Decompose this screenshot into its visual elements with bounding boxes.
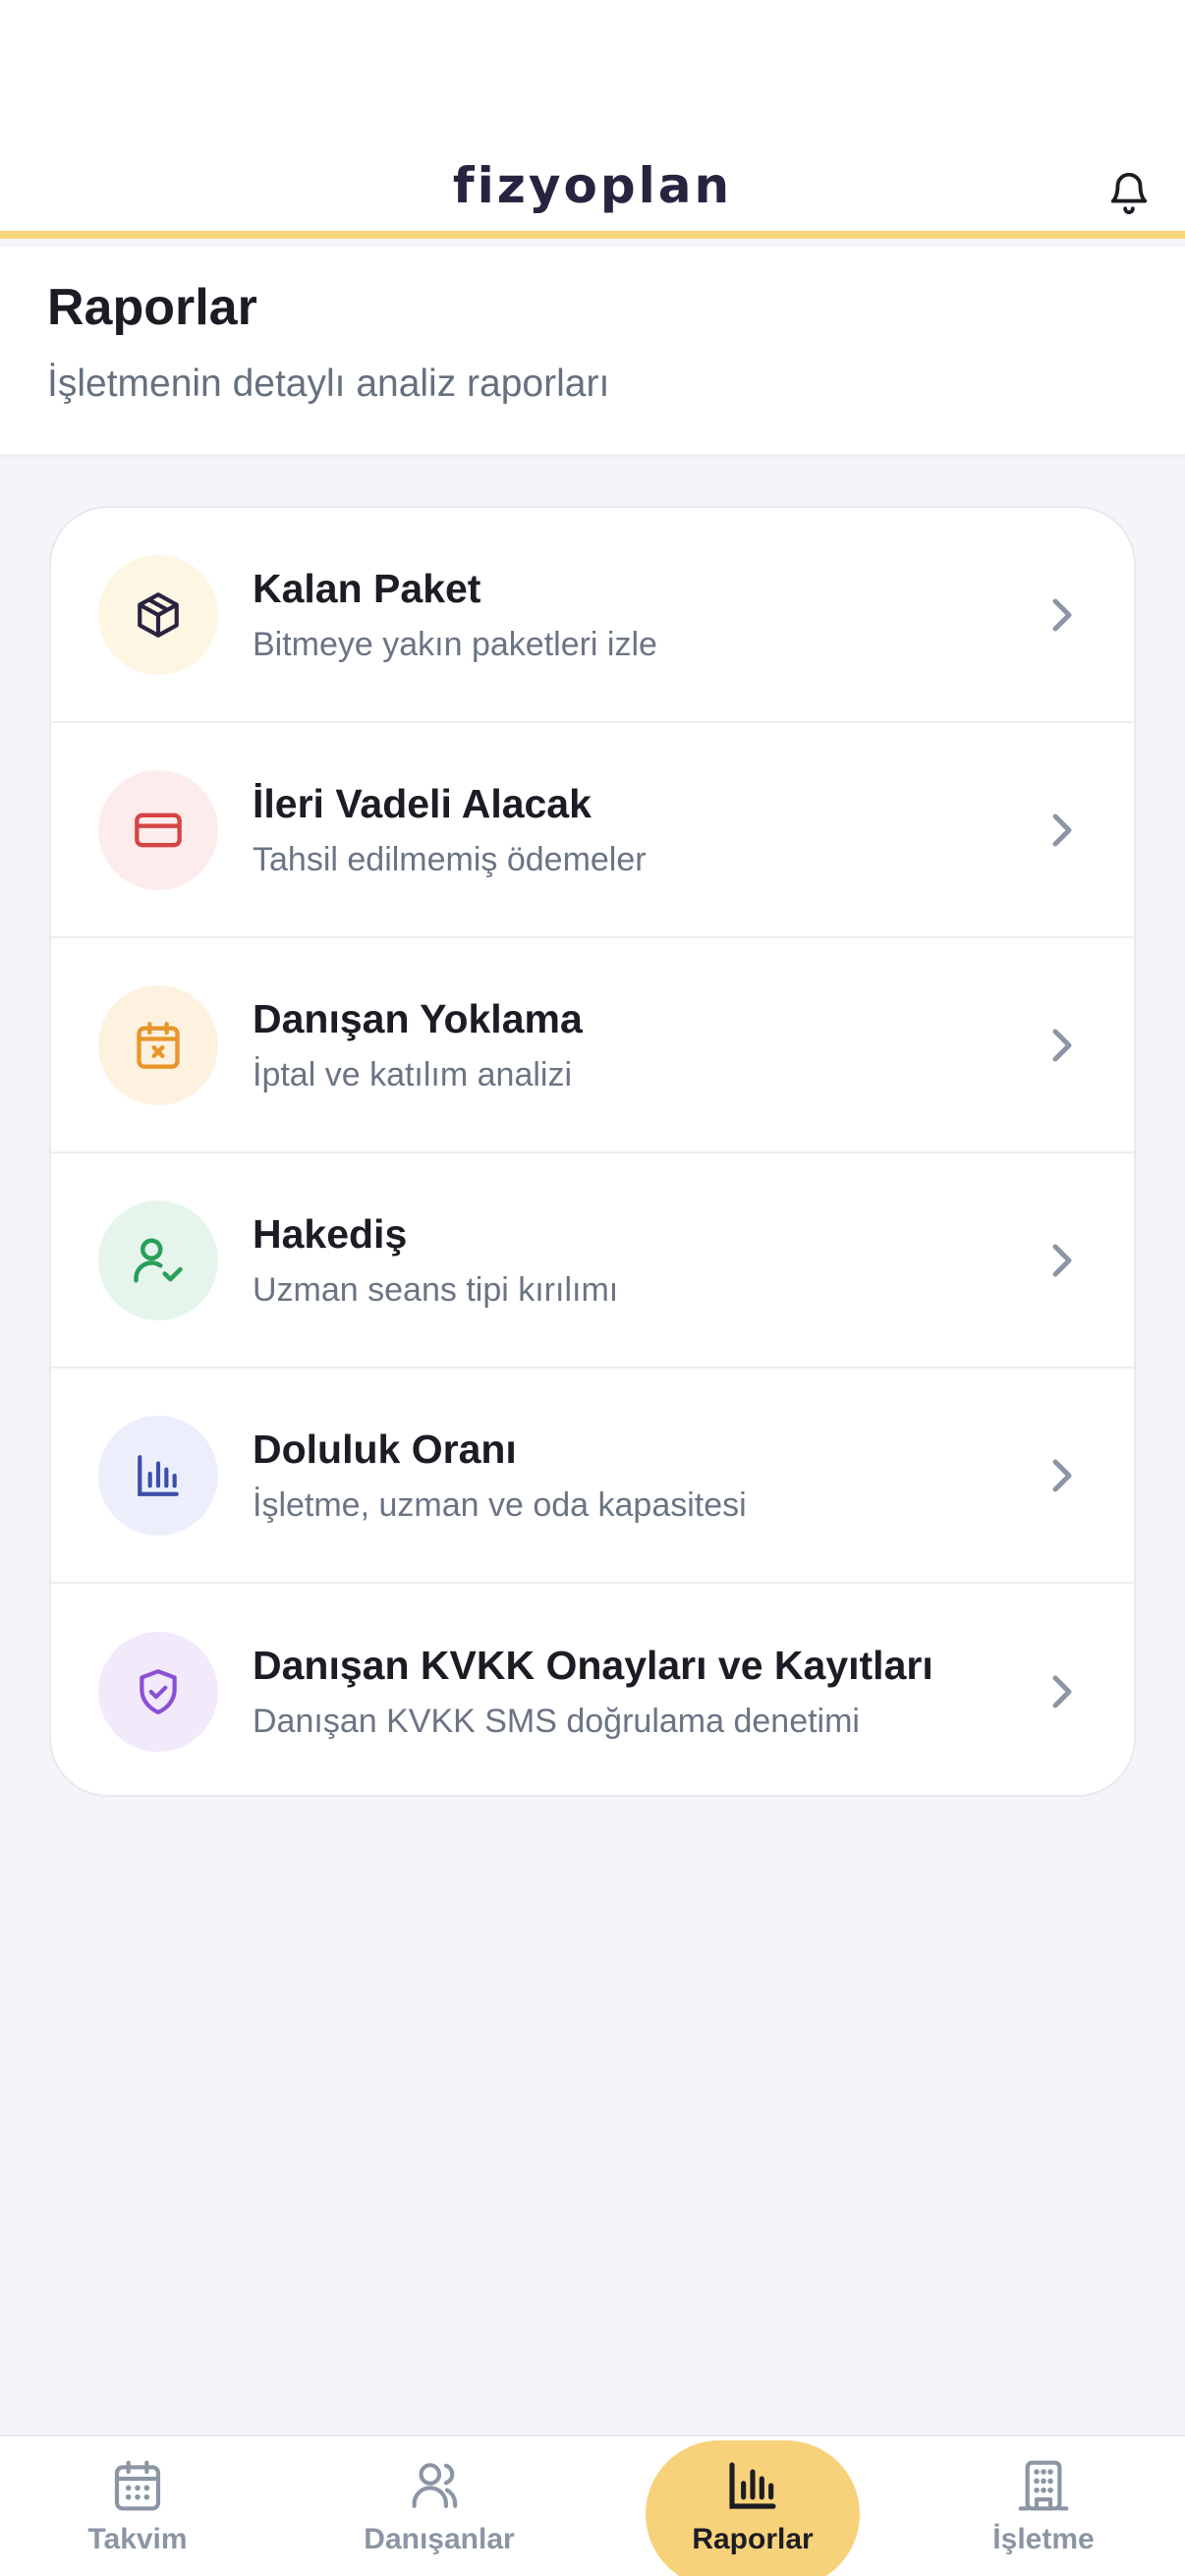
- page-subtitle: İşletmenin detaylı analiz raporları: [47, 363, 610, 405]
- nav-tab-raporlar[interactable]: Raporlar: [635, 2436, 871, 2576]
- nav-tab-isletme[interactable]: İşletme: [926, 2436, 1161, 2576]
- report-title: Danışan Yoklama: [253, 996, 583, 1042]
- bar-chart-icon: [98, 1415, 218, 1536]
- chevron-right-icon: [1052, 813, 1072, 846]
- credit-card-icon: [98, 769, 218, 890]
- user-check-icon: [98, 1200, 218, 1320]
- nav-label: Raporlar: [692, 2523, 814, 2555]
- app-root: fizyoplan Raporlar İşletmenin detaylı an…: [0, 0, 1185, 2576]
- chevron-right-icon: [1052, 598, 1072, 631]
- calendar-icon: [114, 2460, 161, 2511]
- report-title: İleri Vadeli Alacak: [253, 781, 592, 827]
- building-icon: [1018, 2460, 1069, 2511]
- page-heading: Raporlar İşletmenin detaylı analiz rapor…: [0, 247, 1185, 454]
- nav-tab-danisanlar[interactable]: Danışanlar: [321, 2436, 557, 2576]
- report-item-danisan-yoklama[interactable]: Danışan Yoklama İptal ve katılım analizi: [51, 938, 1134, 1153]
- report-item-doluluk-orani[interactable]: Doluluk Oranı İşletme, uzman ve oda kapa…: [51, 1369, 1134, 1584]
- brand-logo: fizyoplan: [452, 157, 733, 214]
- chevron-right-icon: [1052, 1029, 1072, 1061]
- report-subtitle: İşletme, uzman ve oda kapasitesi: [253, 1485, 747, 1524]
- page-title: Raporlar: [47, 279, 257, 336]
- report-item-kvkk[interactable]: Danışan KVKK Onayları ve Kayıtları Danış…: [51, 1584, 1134, 1795]
- report-title: Kalan Paket: [253, 566, 481, 612]
- report-subtitle: İptal ve katılım analizi: [253, 1055, 573, 1093]
- report-subtitle: Bitmeye yakın paketleri izle: [253, 625, 657, 663]
- report-item-hakedis[interactable]: Hakediş Uzman seans tipi kırılımı: [51, 1153, 1134, 1369]
- report-subtitle: Tahsil edilmemiş ödemeler: [253, 840, 647, 878]
- bell-icon[interactable]: [1102, 165, 1156, 218]
- report-title: Doluluk Oranı: [253, 1427, 517, 1473]
- chevron-right-icon: [1052, 1675, 1072, 1708]
- nav-label: Takvim: [87, 2523, 188, 2555]
- top-header: fizyoplan: [0, 0, 1185, 239]
- users-icon: [412, 2463, 458, 2508]
- report-item-ileri-vadeli-alacak[interactable]: İleri Vadeli Alacak Tahsil edilmemiş öde…: [51, 723, 1134, 938]
- calendar-x-icon: [98, 984, 218, 1105]
- nav-tab-takvim[interactable]: Takvim: [20, 2436, 255, 2576]
- bottom-nav: Takvim Danışanlar Raporlar İşletme: [0, 2435, 1185, 2576]
- report-item-kalan-paket[interactable]: Kalan Paket Bitmeye yakın paketleri izle: [51, 508, 1134, 723]
- reports-list: Kalan Paket Bitmeye yakın paketleri izle…: [49, 506, 1136, 1797]
- nav-label: Danışanlar: [364, 2523, 515, 2555]
- report-title: Hakediş: [253, 1211, 408, 1258]
- nav-label: İşletme: [992, 2523, 1095, 2555]
- bar-chart-icon: [729, 2462, 776, 2509]
- chevron-right-icon: [1052, 1459, 1072, 1491]
- report-subtitle: Uzman seans tipi kırılımı: [253, 1270, 619, 1309]
- report-subtitle: Danışan KVKK SMS doğrulama denetimi: [253, 1702, 860, 1740]
- shield-check-icon: [98, 1631, 218, 1752]
- chevron-right-icon: [1052, 1244, 1072, 1276]
- report-title: Danışan KVKK Onayları ve Kayıtları: [253, 1643, 933, 1689]
- package-icon: [98, 554, 218, 675]
